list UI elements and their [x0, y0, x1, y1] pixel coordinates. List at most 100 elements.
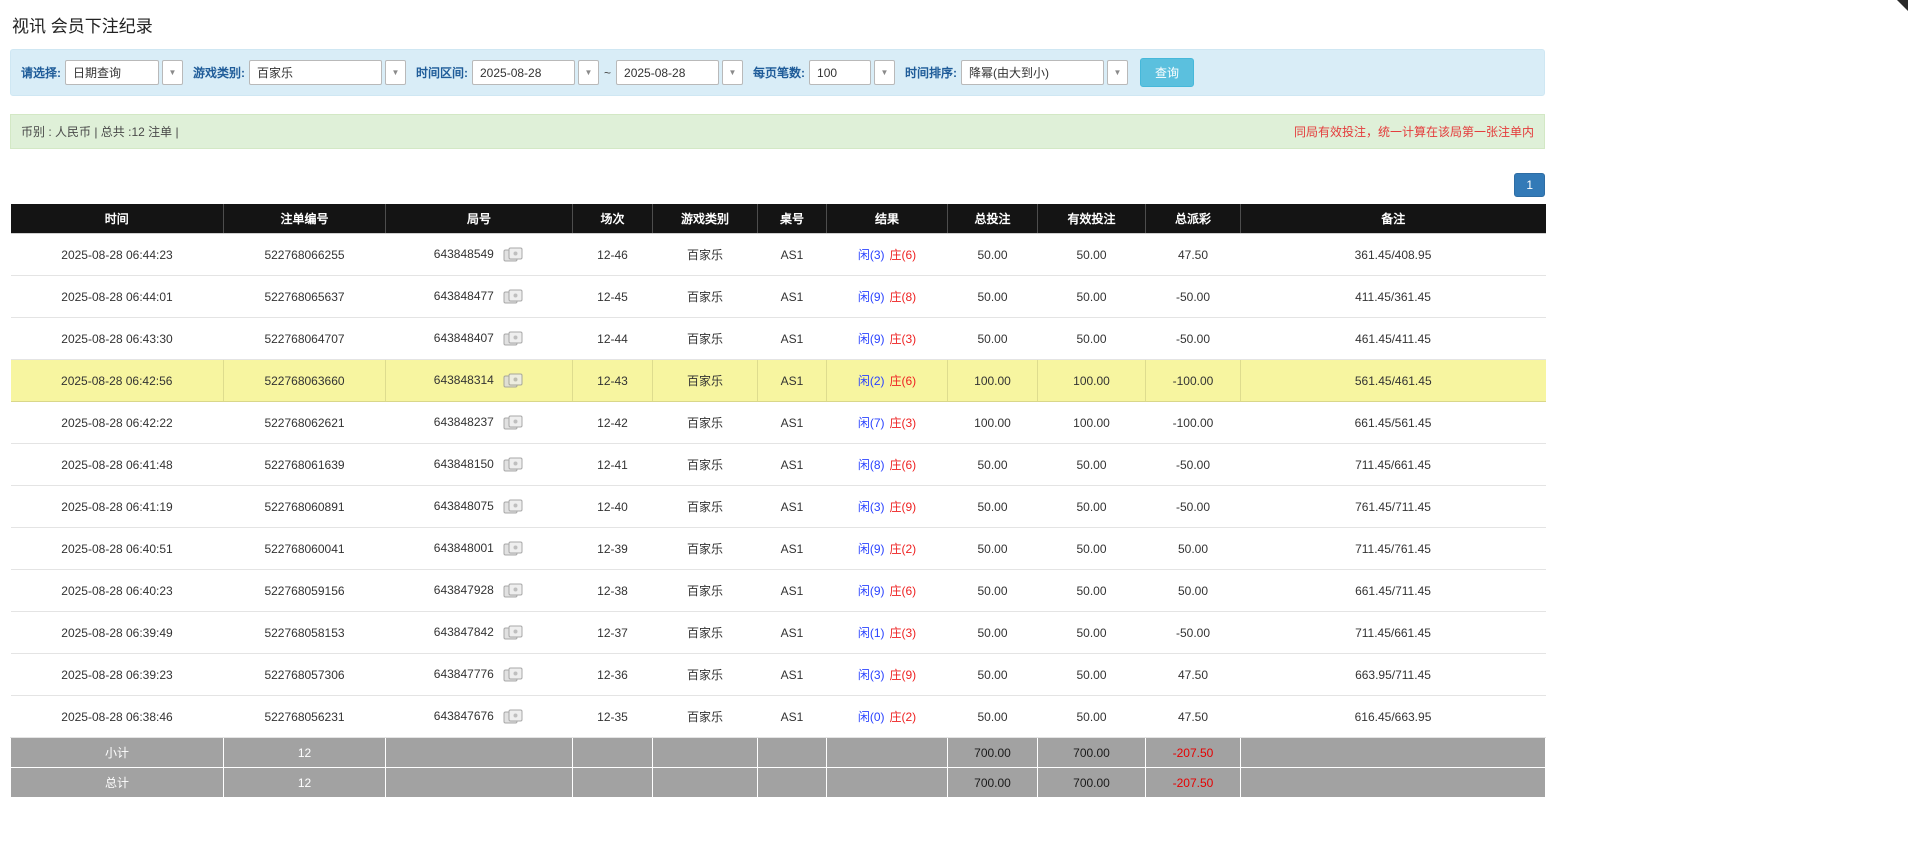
round-cards-icon[interactable] — [503, 373, 524, 389]
summary-empty — [827, 738, 948, 768]
summary-valid-bet: 700.00 — [1038, 738, 1146, 768]
result-banker: 庄(3) — [890, 332, 917, 346]
result-player: 闲(3) — [858, 500, 885, 514]
cell-valid-bet: 50.00 — [1038, 654, 1146, 696]
cell-table-no: AS1 — [758, 654, 827, 696]
table-row: 2025-08-28 06:44:01 522768065637 6438484… — [11, 276, 1546, 318]
game-type-input[interactable] — [249, 60, 382, 85]
cell-session: 12-45 — [573, 276, 653, 318]
cell-result: 闲(2)庄(6) — [827, 360, 948, 402]
chevron-down-icon[interactable]: ▼ — [1107, 60, 1128, 85]
cell-table-no: AS1 — [758, 570, 827, 612]
cell-time: 2025-08-28 06:42:56 — [11, 360, 224, 402]
cell-bet-id: 522768060041 — [224, 528, 386, 570]
round-cards-icon[interactable] — [503, 247, 524, 263]
table-row: 2025-08-28 06:40:51 522768060041 6438480… — [11, 528, 1546, 570]
cell-table-no: AS1 — [758, 528, 827, 570]
cell-time: 2025-08-28 06:44:23 — [11, 234, 224, 276]
cell-round-id: 643847776 — [386, 654, 573, 696]
total-bet-link[interactable]: 100.00 — [948, 360, 1038, 402]
cell-result: 闲(7)庄(3) — [827, 402, 948, 444]
cell-payout: -100.00 — [1146, 360, 1241, 402]
result-banker: 庄(6) — [890, 374, 917, 388]
table-row: 2025-08-28 06:42:56 522768063660 6438483… — [11, 360, 1546, 402]
query-type-input[interactable] — [65, 60, 159, 85]
per-page-label: 每页笔数: — [753, 64, 805, 81]
chevron-down-icon[interactable]: ▼ — [578, 60, 599, 85]
game-type-label: 游戏类别: — [193, 64, 245, 81]
cell-payout: -50.00 — [1146, 486, 1241, 528]
round-cards-icon[interactable] — [503, 625, 524, 641]
per-page-input[interactable] — [809, 60, 871, 85]
round-cards-icon[interactable] — [503, 289, 524, 305]
cell-payout: -100.00 — [1146, 402, 1241, 444]
total-bet-link[interactable]: 50.00 — [948, 612, 1038, 654]
search-button[interactable]: 查询 — [1140, 58, 1194, 87]
date-to-input[interactable] — [616, 60, 719, 85]
cell-time: 2025-08-28 06:40:23 — [11, 570, 224, 612]
cell-bet-id: 522768059156 — [224, 570, 386, 612]
scrollbar-corner[interactable] — [1897, 0, 1908, 11]
round-cards-icon[interactable] — [503, 667, 524, 683]
total-bet-link[interactable]: 50.00 — [948, 486, 1038, 528]
summary-empty — [758, 738, 827, 768]
result-banker: 庄(2) — [890, 710, 917, 724]
cell-payout: -50.00 — [1146, 444, 1241, 486]
table-row: 2025-08-28 06:41:48 522768061639 6438481… — [11, 444, 1546, 486]
total-bet-link[interactable]: 50.00 — [948, 696, 1038, 738]
cell-session: 12-40 — [573, 486, 653, 528]
chevron-down-icon[interactable]: ▼ — [385, 60, 406, 85]
round-id-text: 643848237 — [434, 415, 494, 429]
round-cards-icon[interactable] — [503, 541, 524, 557]
total-bet-link[interactable]: 50.00 — [948, 318, 1038, 360]
summary-empty — [386, 738, 573, 768]
col-payout: 总派彩 — [1146, 204, 1241, 234]
round-cards-icon[interactable] — [503, 457, 524, 473]
chevron-down-icon[interactable]: ▼ — [162, 60, 183, 85]
total-bet-link[interactable]: 100.00 — [948, 402, 1038, 444]
round-cards-icon[interactable] — [503, 499, 524, 515]
table-row: 2025-08-28 06:39:23 522768057306 6438477… — [11, 654, 1546, 696]
cell-time: 2025-08-28 06:43:30 — [11, 318, 224, 360]
chevron-down-icon[interactable]: ▼ — [874, 60, 895, 85]
summary-payout: -207.50 — [1146, 738, 1241, 768]
table-row: 2025-08-28 06:41:19 522768060891 6438480… — [11, 486, 1546, 528]
cell-round-id: 643847676 — [386, 696, 573, 738]
total-bet-link[interactable]: 50.00 — [948, 654, 1038, 696]
round-cards-icon[interactable] — [503, 331, 524, 347]
total-bet-link[interactable]: 50.00 — [948, 528, 1038, 570]
cell-result: 闲(0)庄(2) — [827, 696, 948, 738]
cell-payout: 47.50 — [1146, 234, 1241, 276]
cell-result: 闲(3)庄(6) — [827, 234, 948, 276]
cell-session: 12-41 — [573, 444, 653, 486]
col-time: 时间 — [11, 204, 224, 234]
cell-bet-id: 522768061639 — [224, 444, 386, 486]
total-bet-link[interactable]: 50.00 — [948, 444, 1038, 486]
date-from-input[interactable] — [472, 60, 575, 85]
chevron-down-icon[interactable]: ▼ — [722, 60, 743, 85]
col-game-type: 游戏类别 — [653, 204, 758, 234]
total-bet-link[interactable]: 50.00 — [948, 234, 1038, 276]
result-banker: 庄(3) — [890, 416, 917, 430]
round-cards-icon[interactable] — [503, 583, 524, 599]
cell-bet-id: 522768058153 — [224, 612, 386, 654]
table-header-row: 时间 注单编号 局号 场次 游戏类别 桌号 结果 总投注 有效投注 总派彩 备注 — [11, 204, 1546, 234]
col-total-bet: 总投注 — [948, 204, 1038, 234]
total-bet-link[interactable]: 50.00 — [948, 276, 1038, 318]
sort-input[interactable] — [961, 60, 1104, 85]
cell-payout: -50.00 — [1146, 318, 1241, 360]
round-id-text: 643848477 — [434, 289, 494, 303]
date-range-label: 时间区间: — [416, 64, 468, 81]
summary-row: 小计 12 700.00 700.00 -207.50 — [11, 738, 1546, 768]
bet-records-table: 时间 注单编号 局号 场次 游戏类别 桌号 结果 总投注 有效投注 总派彩 备注… — [10, 204, 1546, 798]
cell-session: 12-46 — [573, 234, 653, 276]
table-row: 2025-08-28 06:44:23 522768066255 6438485… — [11, 234, 1546, 276]
round-cards-icon[interactable] — [503, 709, 524, 725]
summary-empty — [827, 768, 948, 798]
total-bet-link[interactable]: 50.00 — [948, 570, 1038, 612]
round-cards-icon[interactable] — [503, 415, 524, 431]
cell-round-id: 643848407 — [386, 318, 573, 360]
page-1-button[interactable]: 1 — [1514, 173, 1545, 197]
cell-session: 12-42 — [573, 402, 653, 444]
round-id-text: 643847676 — [434, 709, 494, 723]
